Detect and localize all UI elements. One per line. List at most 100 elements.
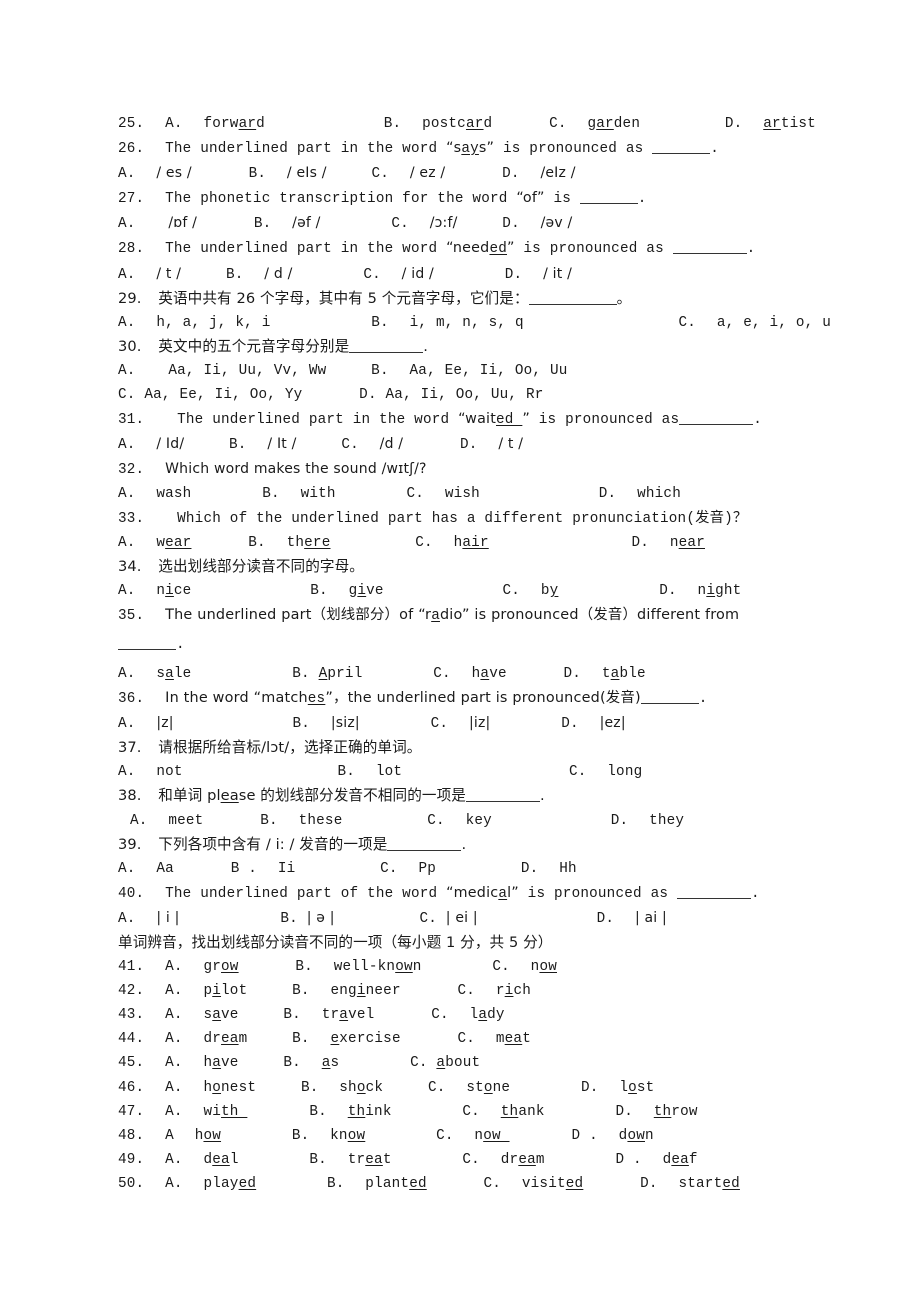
question-stem: The underlined part in the word “needed”… [165,240,673,258]
option-text: rich [495,983,531,1000]
option-label: B. [292,983,310,1000]
option-text: played [203,1175,257,1192]
question-number: 31. [118,412,145,429]
option-label: B. [253,216,272,233]
option-label: D. [502,216,520,233]
question-number: 45. [118,1055,145,1072]
option-text: think [347,1103,392,1120]
question-number: 46. [118,1079,145,1096]
option-text: | ai | [634,909,667,926]
option-label: C. [419,910,437,927]
stem-tail: . [423,337,429,355]
option-text: know [330,1127,366,1144]
question-stem: The underlined part（划线部分）of “radio” is p… [165,606,740,624]
options-line-37: A. not B. lot C. long [118,760,836,784]
question-line-47: 47. A. with B. think C. thank D. throw [118,1100,836,1124]
option-text: garden [587,116,641,132]
option-text: nice [156,582,192,599]
option-text: wish [444,486,480,503]
option-text: Aa, Ii, Uu, Vv, Ww [168,362,327,379]
option-text: / it / [543,265,573,282]
question-stem: The underlined part in the word “says” i… [165,140,653,158]
option-text: thank [500,1103,545,1120]
options-line-30a: A. Aa, Ii, Uu, Vv, Ww B. Aa, Ee, Ii, Oo,… [118,359,836,383]
question-line-33: 33. Which of the underlined part has a d… [118,507,836,531]
answer-blank [676,884,751,899]
question-number: 49. [118,1151,145,1168]
option-text: / t / [498,436,524,453]
option-text: /ɔ:f/ [429,215,458,232]
option-label: B. [283,1055,301,1072]
option-text: pilot [203,983,248,1000]
answer-blank [118,635,176,650]
option-text: which [637,486,681,503]
option-text: postcard [422,116,493,132]
question-line-36: 36. In the word “matches”，the underlined… [118,689,708,708]
option-text: forward [203,116,265,132]
option-label: A. [118,716,136,733]
option-text: |ez| [599,715,626,732]
option-label: B. [292,665,310,682]
option-text: travel [321,1007,375,1024]
option-label: C. [462,1103,480,1120]
option-label: A. [118,216,136,233]
option-label: A. [165,1175,183,1192]
option-label: B. [280,910,298,927]
option-label: D . [615,1151,642,1168]
question-line-26: 26. The underlined part in the word “say… [118,140,719,158]
question-stem: The underlined part in the word “waited … [177,411,680,429]
section-heading-text: 单词辨音，找出划线部分读音不同的一项（每小题 1 分，共 5 分） [118,934,553,951]
option-text: meet [168,812,204,829]
option-label: A. [118,860,136,877]
option-label: B. [292,716,311,733]
question-number: 30. [118,337,142,355]
option-text: these [298,812,343,829]
option-text: deal [203,1151,239,1168]
option-text: have [203,1055,239,1072]
question-number: 47. [118,1103,145,1120]
option-label: D. [561,716,579,733]
option-text: not [156,764,183,781]
options-line-28: A. / t / B. / d / C. / id / D. / it / [118,262,836,287]
option-text: night [697,582,742,599]
option-text: Aa, Ee, Ii, Oo, Uu [409,362,568,379]
option-label: A. [118,764,136,781]
option-label: C. [457,1031,476,1048]
option-text: |iz| [468,715,491,732]
question-number: 42. [118,983,145,1000]
question-number: 27. [118,191,145,208]
option-text: visited [521,1175,584,1192]
question-line-46: 46. A. honest B. shock C. stone D. lost [118,1076,836,1100]
option-label: B. [326,1175,345,1192]
answer-blank [640,689,699,705]
option-text: Aa [156,860,174,877]
option-text: started [678,1175,740,1192]
option-label: A. [118,534,136,551]
question-line-40: 40. The underlined part of the word “med… [118,884,760,902]
option-text: sale [156,665,192,682]
option-label: C. [549,116,567,132]
option-text: / ez / [409,165,446,182]
option-label: B. [337,764,356,781]
option-label: A. [165,116,183,132]
question-line-35-cont: . [118,628,836,662]
option-label: D. [596,910,615,927]
option-text: long [607,764,643,781]
option-text: engineer [330,983,401,1000]
option-label: A. [165,983,183,1000]
question-line-34: 34. 选出划线部分读音不同的字母。 [118,555,836,579]
option-label: C. [427,812,445,829]
option-text: / eIs / [286,165,327,182]
question-line-50: 50. A. played B. planted C. visited D. s… [118,1172,836,1196]
option-text: | ə | [306,909,335,926]
option-text: give [348,582,384,599]
option-label: C. [371,166,390,183]
option-text: i, m, n, s, q [409,314,524,331]
question-stem: 英文中的五个元音字母分别是 [158,337,350,355]
question-stem: The underlined part of the word “medical… [165,884,677,902]
stem-tail: 。 [616,289,632,307]
option-text: about [436,1055,481,1072]
options-line-35: A. sale B. April C. have D. table [118,662,836,686]
option-label: A. [165,959,183,976]
option-label: D. [659,582,677,599]
